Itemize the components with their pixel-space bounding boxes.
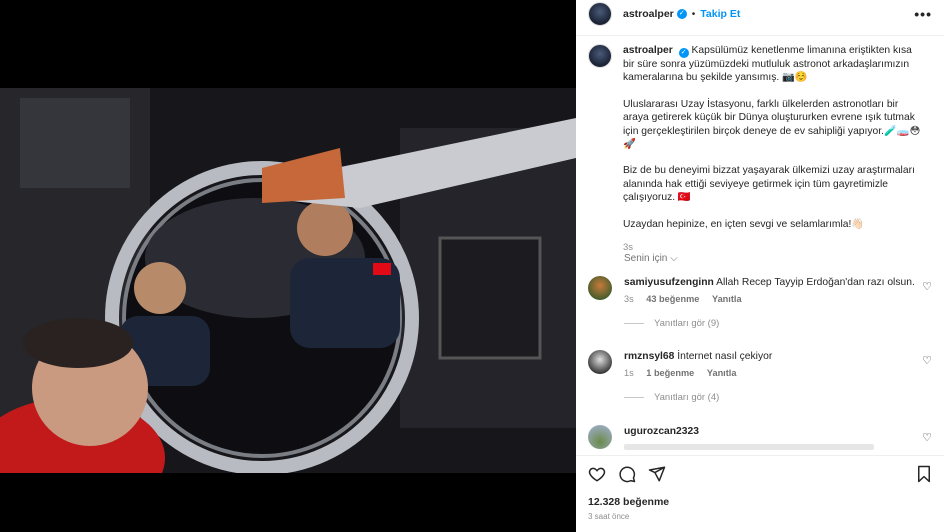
view-replies[interactable]: Yanıtları gör (9) bbox=[624, 318, 932, 329]
comment-body: ugurozcan2323 bbox=[624, 425, 932, 438]
follow-button[interactable]: Takip Et bbox=[700, 8, 740, 20]
comment-username[interactable]: rmznsyl68 bbox=[624, 351, 674, 362]
heart-icon[interactable]: ♡ bbox=[922, 354, 932, 367]
post-time-ago: 3 saat önce bbox=[588, 512, 630, 521]
post-username[interactable]: astroalper bbox=[623, 8, 674, 20]
comment-likes[interactable]: 43 beğenme bbox=[646, 294, 699, 304]
comment-meta: 3s 43 beğenme Yanıtla bbox=[624, 294, 932, 304]
heart-icon[interactable]: ♡ bbox=[922, 431, 932, 444]
verified-icon: ✓ bbox=[676, 9, 687, 19]
comment-reply-button[interactable]: Yanıtla bbox=[707, 368, 737, 378]
heart-icon[interactable]: ♡ bbox=[922, 280, 932, 293]
comment-meta: 1s 1 beğenme Yanıtla bbox=[624, 368, 932, 378]
separator-dot: • bbox=[691, 8, 696, 20]
header-divider bbox=[576, 35, 944, 36]
post-photo bbox=[0, 88, 576, 473]
post-header: astroalper ✓ • Takip Et ••• bbox=[576, 1, 944, 27]
comment-text: Allah Recep Tayyip Erdoğan'dan razı olsu… bbox=[716, 277, 915, 288]
more-icon[interactable]: ••• bbox=[914, 6, 932, 22]
instagram-post-view: astroalper ✓ • Takip Et ••• astroalper ✓… bbox=[0, 0, 944, 532]
heart-icon[interactable] bbox=[588, 465, 606, 488]
post-side-panel: astroalper ✓ • Takip Et ••• astroalper ✓… bbox=[576, 0, 944, 532]
comment-username[interactable]: samiyusufzenginn bbox=[624, 277, 714, 288]
verified-icon: ✓ bbox=[678, 48, 689, 58]
view-replies-label: Yanıtları gör (4) bbox=[654, 392, 720, 403]
comment-time: 1s bbox=[624, 368, 634, 378]
caption-paragraph-2: Uluslararası Uzay İstasyonu, farklı ülke… bbox=[623, 98, 921, 151]
astronauts-photo bbox=[0, 88, 576, 473]
comment-username[interactable]: ugurozcan2323 bbox=[624, 426, 699, 437]
caption-paragraph-3: Biz de bu deneyimi bizzat yaşayarak ülke… bbox=[623, 165, 915, 204]
caption-paragraph-1: astroalper ✓ Kapsülümüz kenetlenme liman… bbox=[623, 44, 923, 85]
comment-avatar[interactable] bbox=[588, 276, 612, 300]
comment-likes[interactable]: 1 beğenme bbox=[646, 368, 694, 378]
action-bar bbox=[576, 455, 944, 493]
post-media[interactable] bbox=[0, 0, 576, 532]
replies-line bbox=[624, 323, 644, 324]
comment-item: ugurozcan2323 ♡ bbox=[588, 425, 932, 450]
comment-text: İnternet nasıl çekiyor bbox=[677, 351, 773, 362]
caption-text: astroalper ✓ Kapsülümüz kenetlenme liman… bbox=[623, 44, 923, 254]
comment-icon[interactable] bbox=[618, 465, 636, 488]
caption-paragraph-4: Uzaydan hepinize, en içten sevgi ve sela… bbox=[623, 218, 865, 230]
comment-avatar[interactable] bbox=[588, 425, 612, 449]
comment-media-preview bbox=[624, 444, 874, 450]
comment-item: samiyusufzenginn Allah Recep Tayyip Erdo… bbox=[588, 276, 932, 329]
avatar[interactable] bbox=[588, 2, 612, 26]
view-replies[interactable]: Yanıtları gör (4) bbox=[624, 392, 932, 403]
replies-line bbox=[624, 397, 644, 398]
comment-item: rmznsyl68 İnternet nasıl çekiyor 1s 1 be… bbox=[588, 350, 932, 403]
view-replies-label: Yanıtları gör (9) bbox=[654, 318, 720, 329]
comment-body: samiyusufzenginn Allah Recep Tayyip Erdo… bbox=[624, 276, 932, 289]
see-translation-link[interactable]: Senin için ⌵ bbox=[624, 253, 678, 264]
share-icon[interactable] bbox=[648, 465, 666, 488]
caption-username[interactable]: astroalper bbox=[623, 45, 673, 56]
comment-time: 3s bbox=[624, 294, 634, 304]
caption-avatar[interactable] bbox=[588, 44, 612, 68]
comment-reply-button[interactable]: Yanıtla bbox=[712, 294, 742, 304]
bookmark-icon[interactable] bbox=[916, 465, 932, 488]
comment-body: rmznsyl68 İnternet nasıl çekiyor bbox=[624, 350, 932, 363]
likes-count[interactable]: 12.328 beğenme bbox=[588, 496, 669, 508]
comment-avatar[interactable] bbox=[588, 350, 612, 374]
post-caption: astroalper ✓ Kapsülümüz kenetlenme liman… bbox=[588, 44, 932, 254]
